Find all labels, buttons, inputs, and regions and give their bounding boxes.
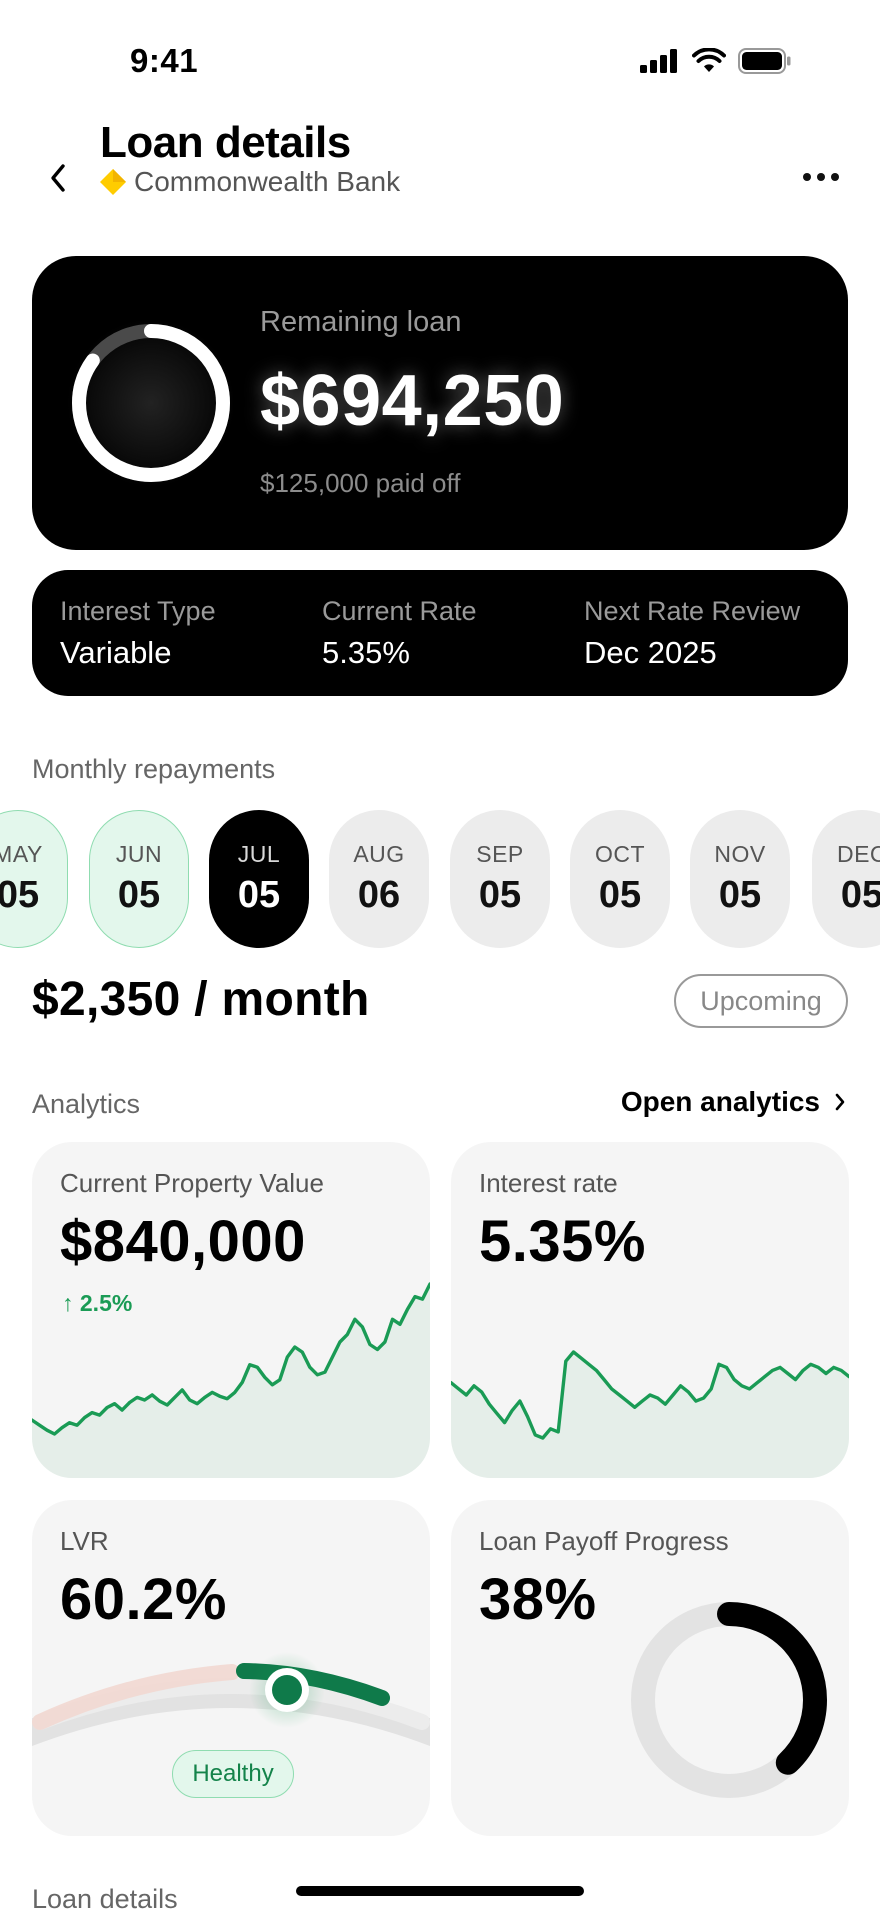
status-bar: 9:41 (0, 0, 880, 110)
month-name: SEP (476, 841, 524, 867)
interest-type: Interest Type Variable (60, 596, 216, 671)
more-dot-icon (803, 173, 811, 181)
property-value-sparkline (32, 1282, 430, 1478)
loan-progress-ring (67, 319, 235, 487)
battery-icon (738, 48, 791, 74)
month-day: 05 (478, 874, 522, 916)
home-indicator[interactable] (296, 1886, 584, 1896)
current-rate-value: 5.35% (322, 635, 410, 670)
payoff-progress-card[interactable]: Loan Payoff Progress 38% (451, 1500, 849, 1836)
loan-details-section-label: Loan details (32, 1884, 178, 1912)
back-button[interactable] (40, 158, 76, 198)
lvr-card[interactable]: LVR 60.2% Healthy (32, 1500, 430, 1836)
page-title: Loan details (100, 118, 351, 167)
repayment-amount: $2,350 / month (32, 973, 370, 1026)
analytics-label: Analytics (32, 1089, 141, 1119)
month-day: 05 (0, 874, 40, 916)
remaining-loan-card[interactable]: Remaining loan $694,250 $125,000 paid of… (32, 256, 848, 550)
month-day: 05 (718, 874, 762, 916)
page-header: Loan details Commonwealth Bank (0, 110, 880, 220)
month-pill[interactable]: OCT 05 (570, 810, 670, 948)
interest-rate-card[interactable]: Interest rate 5.35% (451, 1142, 849, 1478)
month-selector: MAY 05 JUN 05 JUL 05 AUG 06 SEP 05 OCT 0… (0, 810, 880, 948)
repayment-status-badge: Upcoming (674, 974, 848, 1028)
next-rate-review-label: Next Rate Review (584, 596, 801, 626)
current-rate: Current Rate 5.35% (322, 596, 477, 671)
next-rate-review-value: Dec 2025 (584, 635, 717, 670)
rate-info-card: Interest Type Variable Current Rate 5.35… (32, 570, 848, 696)
remaining-loan-label: Remaining loan (260, 306, 462, 338)
month-name: JUN (115, 841, 163, 867)
payoff-progress-ring (631, 1602, 827, 1798)
month-name: AUG (353, 841, 405, 867)
month-name: NOV (714, 841, 766, 867)
month-day: 05 (117, 874, 161, 916)
current-rate-label: Current Rate (322, 596, 477, 626)
property-value-card[interactable]: Current Property Value $840,000 ↑ 2.5% (32, 1142, 430, 1478)
month-pill[interactable]: SEP 05 (450, 810, 550, 948)
status-icons (640, 48, 792, 74)
remaining-loan-amount: $694,250 (260, 361, 565, 441)
bank-name: Commonwealth Bank (134, 166, 401, 197)
month-pill[interactable]: AUG 06 (329, 810, 429, 948)
month-pill[interactable]: NOV 05 (690, 810, 790, 948)
month-pill[interactable]: MAY 05 (0, 810, 68, 948)
interest-rate-sparkline (451, 1350, 849, 1478)
month-day: 06 (357, 874, 401, 916)
bank-logo-icon (100, 169, 126, 195)
more-dot-icon (817, 173, 825, 181)
property-value-trend-area (32, 1284, 430, 1478)
open-analytics-link[interactable]: Open analytics (621, 1086, 846, 1118)
paid-off-amount: $125,000 paid off (260, 468, 461, 498)
month-pill[interactable]: JUN 05 (89, 810, 189, 948)
next-rate-review: Next Rate Review Dec 2025 (584, 596, 800, 671)
cellular-signal-icon (640, 49, 677, 73)
month-day: 05 (237, 874, 281, 916)
month-day: 05 (598, 874, 642, 916)
month-day: 05 (840, 874, 880, 916)
interest-type-label: Interest Type (60, 596, 216, 626)
month-name: MAY (0, 841, 43, 867)
monthly-repayments-label: Monthly repayments (32, 754, 276, 784)
month-name: JUL (237, 841, 281, 867)
bank-row: Commonwealth Bank (100, 166, 400, 198)
interest-type-value: Variable (60, 635, 172, 670)
chevron-right-icon (835, 1093, 845, 1111)
lvr-status-badge: Healthy (172, 1750, 294, 1798)
month-pill-selected[interactable]: JUL 05 (209, 810, 309, 948)
month-name: DEC (836, 841, 880, 867)
status-time: 9:41 (130, 42, 199, 79)
month-name: OCT (594, 841, 646, 867)
wifi-icon (692, 48, 726, 72)
more-dot-icon (831, 173, 839, 181)
open-analytics-label: Open analytics (620, 1086, 820, 1117)
chevron-left-icon (51, 164, 65, 192)
more-options-button[interactable] (796, 162, 846, 192)
month-pill[interactable]: DEC 05 (812, 810, 880, 948)
